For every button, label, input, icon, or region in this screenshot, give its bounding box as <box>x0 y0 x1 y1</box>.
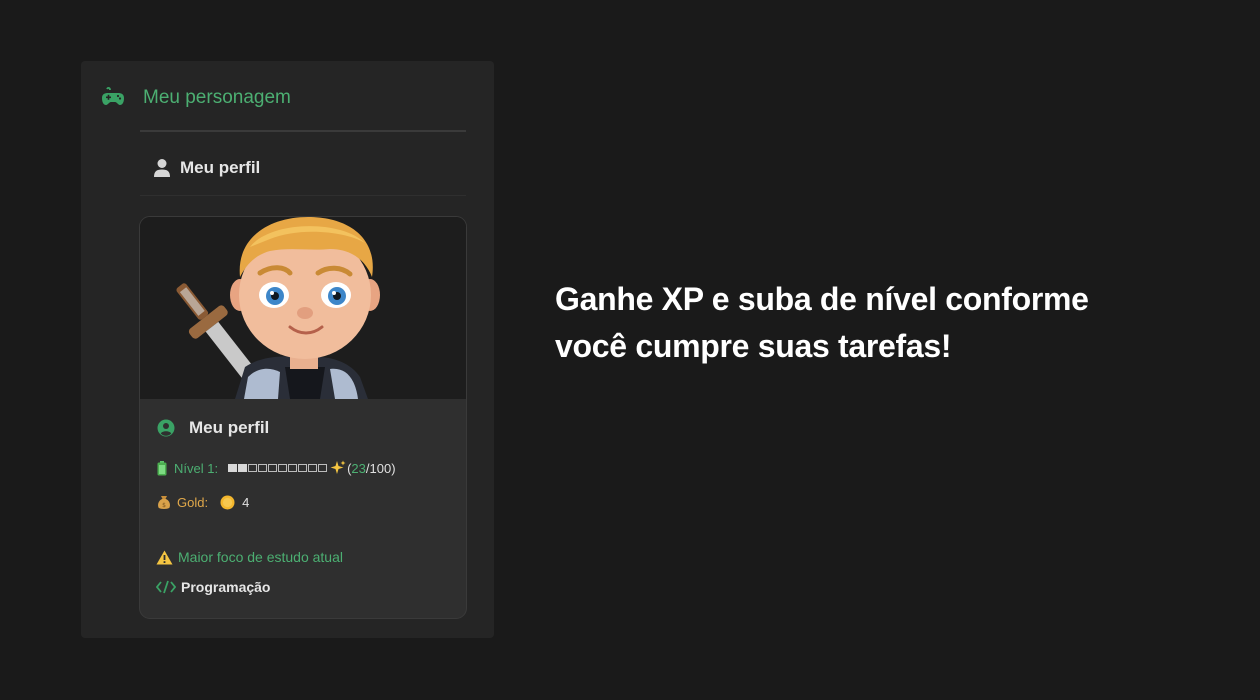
gamepad-icon <box>99 86 127 110</box>
battery-icon <box>157 460 167 476</box>
coin-icon <box>220 495 235 510</box>
xp-segment <box>278 464 288 472</box>
xp-segment <box>288 464 298 472</box>
xp-segment <box>248 464 258 472</box>
moneybag-icon: $ <box>157 495 171 510</box>
sparkle-icon <box>330 460 346 476</box>
xp-segment <box>228 464 238 472</box>
xp-segment <box>268 464 278 472</box>
xp-text: (23/100) <box>347 461 395 476</box>
study-focus-value: Programação <box>181 579 271 595</box>
character-cover-image <box>140 217 466 399</box>
profile-link[interactable]: Meu perfil <box>153 158 260 178</box>
divider <box>140 130 466 132</box>
xp-segment <box>308 464 318 472</box>
xp-progress-bar <box>228 464 328 472</box>
xp-current: 23 <box>351 460 366 476</box>
profile-link-label: Meu perfil <box>180 158 261 177</box>
xp-segment <box>258 464 268 472</box>
level-label: Nível 1: <box>174 460 219 476</box>
study-focus-row[interactable]: Programação <box>155 579 271 595</box>
panel-header[interactable]: Meu personagem <box>99 85 291 111</box>
card-profile-label: Meu perfil <box>189 418 270 437</box>
character-card[interactable]: Meu perfil Nível 1: (23/100) $ Gold: 4 M… <box>139 216 467 619</box>
panel-title: Meu personagem <box>143 87 291 108</box>
svg-text:$: $ <box>162 502 166 509</box>
level-row: Nível 1: (23/100) <box>157 460 396 476</box>
headline: Ganhe XP e suba de nível conforme você c… <box>555 281 1089 364</box>
avatar-icon <box>157 419 175 437</box>
user-icon <box>153 158 171 178</box>
xp-segment <box>238 464 248 472</box>
focus-row: Maior foco de estudo atual <box>156 549 343 565</box>
focus-label: Maior foco de estudo atual <box>178 549 343 565</box>
warning-icon <box>156 550 173 565</box>
divider <box>140 195 466 196</box>
xp-segment <box>318 464 328 472</box>
gold-row: $ Gold: 4 <box>157 495 249 510</box>
gold-label: Gold: <box>177 495 209 510</box>
gold-value: 4 <box>242 495 250 510</box>
xp-segment <box>298 464 308 472</box>
xp-total: /100) <box>365 460 396 476</box>
card-profile-row[interactable]: Meu perfil <box>157 418 269 438</box>
code-icon <box>155 580 177 594</box>
character-panel: Meu personagem Meu perfil Meu perfil Nív… <box>81 61 494 638</box>
